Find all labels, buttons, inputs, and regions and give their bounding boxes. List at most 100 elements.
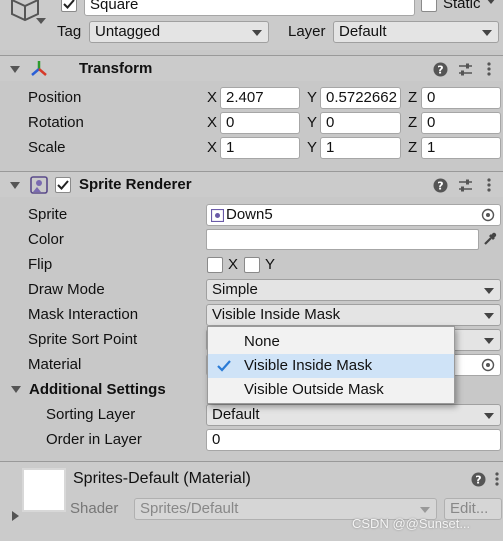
chevron-down-icon [482,30,492,36]
rotation-x-field[interactable]: 0 [220,112,300,134]
menu-item-visible-outside-mask[interactable]: Visible Outside Mask [208,378,454,402]
active-checkbox[interactable] [61,0,77,12]
order-in-layer-field[interactable]: 0 [206,429,501,451]
sprite-renderer-icon [30,176,48,194]
layer-label: Layer [288,23,326,40]
sprite-asset-icon [211,209,224,222]
chevron-down-icon [484,413,494,419]
shader-value: Sprites/Default [140,500,239,517]
foldout-arrow-icon[interactable] [11,386,21,393]
transform-axes-icon [31,61,47,76]
sprite-label: Sprite [28,206,68,223]
foldout-arrow-icon[interactable] [10,182,20,189]
sprite-renderer-enabled-checkbox[interactable] [55,177,71,193]
order-in-layer-label: Order in Layer [46,431,142,448]
static-checkbox[interactable] [421,0,437,12]
chevron-down-icon [484,313,494,319]
rotation-y-field[interactable]: 0 [320,112,401,134]
object-picker-icon[interactable] [481,208,495,222]
help-icon[interactable]: ? [471,472,486,487]
static-label: Static [443,0,481,12]
sprite-object-field[interactable]: Down5 [206,204,501,226]
more-options-icon[interactable] [486,61,492,77]
sorting-layer-label: Sorting Layer [46,406,136,423]
position-z-field[interactable]: 0 [421,87,501,109]
draw-mode-value: Simple [212,281,258,298]
eyedropper-icon[interactable] [482,231,498,247]
more-options-icon[interactable] [486,177,492,193]
position-x-field[interactable]: 2.407 [220,87,300,109]
flip-x-checkbox[interactable] [207,257,223,273]
static-dropdown-arrow[interactable] [486,0,496,4]
sorting-layer-dropdown[interactable]: Default [206,404,501,426]
sorting-layer-value: Default [212,406,260,423]
menu-item-visible-inside-mask[interactable]: Visible Inside Mask [208,354,454,378]
axis-y-label[interactable]: Y [307,138,317,158]
sprite-value: Down5 [226,206,273,223]
scale-y-field[interactable]: 1 [320,137,401,159]
object-picker-icon[interactable] [481,358,495,372]
axis-z-label[interactable]: Z [408,113,417,133]
color-swatch[interactable] [206,229,479,250]
scale-label: Scale [28,139,66,156]
help-icon[interactable]: ? [433,178,448,193]
mask-interaction-menu: None Visible Inside Mask Visible Outside… [207,326,455,404]
position-y-field[interactable]: 0.5722662 [320,87,401,109]
preset-sliders-icon[interactable] [458,178,473,193]
scale-z-field[interactable]: 1 [421,137,501,159]
tag-value: Untagged [95,23,161,40]
axis-x-label[interactable]: X [207,138,217,158]
tag-dropdown[interactable]: Untagged [89,21,269,43]
axis-y-label[interactable]: Y [307,88,317,108]
scale-x-field[interactable]: 1 [220,137,300,159]
mask-interaction-value: Visible Inside Mask [212,306,341,323]
position-label: Position [28,89,82,106]
material-preview-thumbnail [22,468,66,512]
axis-z-label[interactable]: Z [408,138,417,158]
object-name-input[interactable]: Square [84,0,415,16]
menu-item-none[interactable]: None [208,330,454,354]
flip-x-label: X [228,256,239,273]
axis-x-label[interactable]: X [207,113,217,133]
foldout-arrow-icon[interactable] [12,511,19,521]
transform-title: Transform [79,60,153,77]
transform-header[interactable]: Transform ? [0,55,503,81]
chevron-down-icon [484,338,494,344]
more-options-icon[interactable] [494,471,500,487]
check-icon [217,360,231,372]
preset-sliders-icon[interactable] [458,62,473,77]
svg-text:?: ? [437,64,443,77]
additional-settings-foldout[interactable]: Additional Settings [29,380,166,400]
tag-label: Tag [57,23,82,40]
check-icon [57,180,69,190]
mask-interaction-dropdown[interactable]: Visible Inside Mask [206,304,501,326]
flip-y-checkbox[interactable] [244,257,260,273]
draw-mode-dropdown[interactable]: Simple [206,279,501,301]
check-icon [63,0,75,9]
sprite-sort-point-label: Sprite Sort Point [28,331,138,348]
chevron-down-icon [252,30,262,36]
axis-y-label[interactable]: Y [307,113,317,133]
material-title: Sprites-Default (Material) [73,470,251,487]
svg-text:?: ? [437,180,443,193]
axis-x-label[interactable]: X [207,88,217,108]
axis-z-label[interactable]: Z [408,88,417,108]
rotation-label: Rotation [28,114,84,131]
help-icon[interactable]: ? [433,62,448,77]
object-header: Square Static Tag Untagged Layer Default [0,0,503,50]
color-label: Color [28,231,64,248]
sprite-renderer-header[interactable]: Sprite Renderer ? [0,171,503,197]
rotation-z-field[interactable]: 0 [421,112,501,134]
svg-text:?: ? [475,474,481,487]
chevron-down-icon [420,507,430,513]
flip-label: Flip [28,256,53,273]
icon-dropdown-arrow[interactable] [36,18,46,24]
sprite-renderer-title: Sprite Renderer [79,176,192,193]
chevron-down-icon [484,288,494,294]
shader-label: Shader [70,500,119,517]
layer-dropdown[interactable]: Default [333,21,499,43]
draw-mode-label: Draw Mode [28,281,105,298]
foldout-arrow-icon[interactable] [10,66,20,73]
layer-value: Default [339,23,387,40]
flip-y-label: Y [265,256,276,273]
